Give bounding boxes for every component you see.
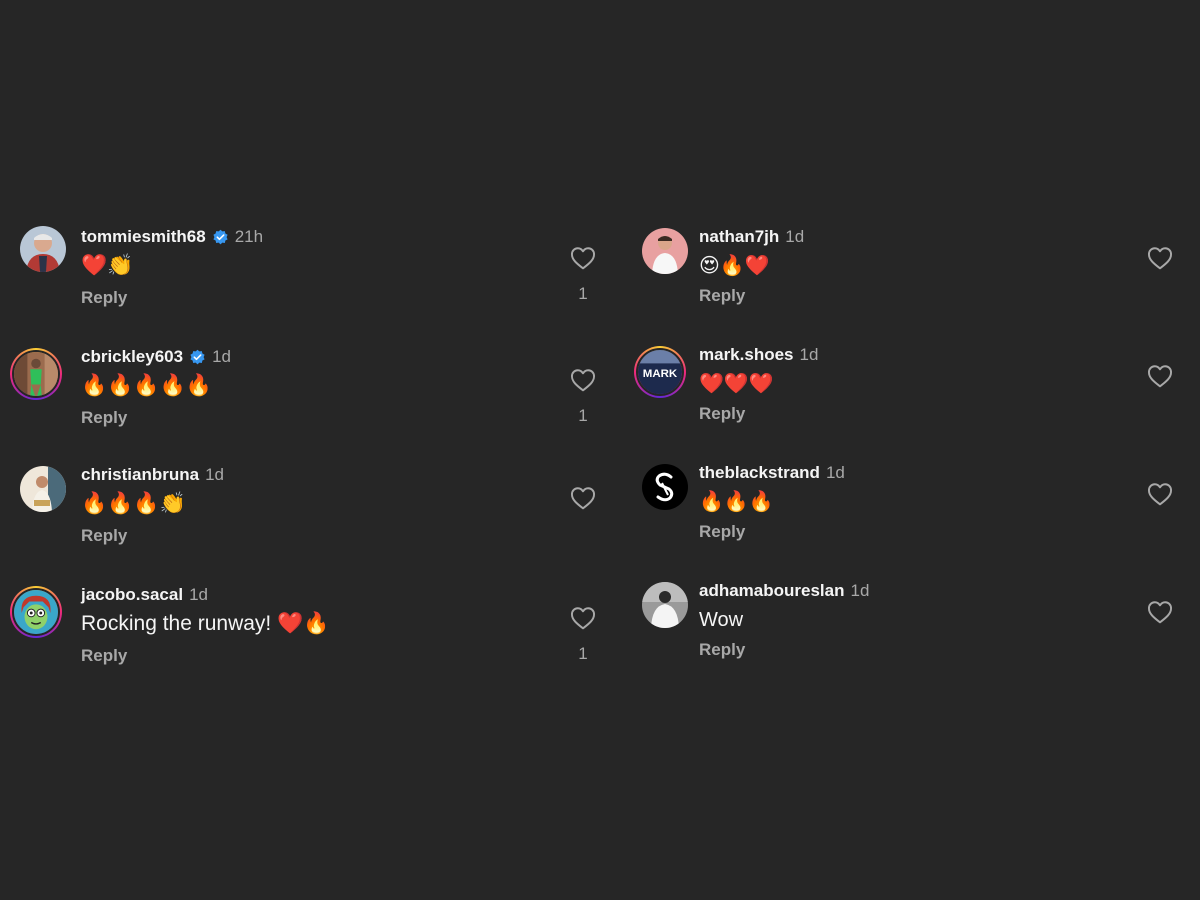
comment-header: tommiesmith68 21h <box>81 226 263 248</box>
username[interactable]: adhamaboureslan <box>699 580 845 602</box>
timestamp: 1d <box>799 345 819 364</box>
comment-header: nathan7jh 1d <box>699 226 804 248</box>
avatar-photo-man <box>20 226 66 272</box>
avatar-image <box>12 588 60 636</box>
like-group <box>1147 600 1173 624</box>
comment-header: theblackstrand 1d <box>699 462 845 484</box>
reply-button[interactable]: Reply <box>81 408 231 428</box>
comments-page: tommiesmith68 21h ❤️👏 Reply 1 cbrickley6… <box>0 0 1200 900</box>
timestamp: 1d <box>205 465 225 484</box>
comment-text: ❤️👏 <box>81 254 134 277</box>
timestamp: 1d <box>850 581 870 600</box>
comment-header: jacobo.sacal 1d <box>81 584 329 606</box>
timestamp: 21h <box>234 227 264 246</box>
like-group: 1 <box>570 368 596 426</box>
like-count: 1 <box>578 284 588 303</box>
timestamp: 1d <box>785 227 805 246</box>
comment-text: Rocking the runway! ❤️🔥 <box>81 612 330 635</box>
comment-text: 🔥🔥🔥 <box>699 491 774 513</box>
like-group <box>570 486 596 510</box>
heart-icon[interactable] <box>570 368 596 392</box>
comment-body: adhamaboureslan 1d Wow Reply <box>699 580 869 660</box>
reply-button[interactable]: Reply <box>81 526 224 546</box>
reply-button[interactable]: Reply <box>81 288 263 308</box>
comment-item: christianbruna 1d 🔥🔥🔥👏 Reply <box>0 464 600 574</box>
avatar-photo-back <box>642 582 688 628</box>
comment-item: adhamaboureslan 1d Wow Reply <box>620 580 1200 690</box>
reply-button[interactable]: Reply <box>699 286 804 306</box>
avatar-photo-man-white-shirt <box>642 228 688 274</box>
timestamp: 1d <box>189 585 208 604</box>
comment-body: jacobo.sacal 1d Rocking the runway! ❤️🔥 … <box>81 584 329 666</box>
comment-body: cbrickley603 1d 🔥🔥🔥🔥🔥 Reply <box>81 346 231 428</box>
comment-text: Wow <box>699 609 744 631</box>
username[interactable]: tommiesmith68 <box>81 226 206 248</box>
comment-item: nathan7jh 1d 😍🔥❤️ Reply <box>620 226 1200 336</box>
username[interactable]: theblackstrand <box>699 462 820 484</box>
comment-text: ❤️❤️❤️ <box>699 373 774 395</box>
comment-item: theblackstrand 1d 🔥🔥🔥 Reply <box>620 462 1200 572</box>
comment-item: jacobo.sacal 1d Rocking the runway! ❤️🔥 … <box>0 584 600 694</box>
reply-button[interactable]: Reply <box>699 404 818 424</box>
username[interactable]: cbrickley603 <box>81 346 183 368</box>
timestamp: 1d <box>212 347 232 366</box>
comment-body: mark.shoes 1d ❤️❤️❤️ Reply <box>699 344 818 424</box>
username[interactable]: nathan7jh <box>699 226 779 248</box>
comment-text: 🔥🔥🔥👏 <box>81 492 186 515</box>
comment-item: tommiesmith68 21h ❤️👏 Reply 1 <box>0 226 600 336</box>
username[interactable]: jacobo.sacal <box>81 584 183 606</box>
heart-icon[interactable] <box>570 486 596 510</box>
like-count: 1 <box>578 406 588 425</box>
comment-header: cbrickley603 1d <box>81 346 231 368</box>
comment-header: christianbruna 1d <box>81 464 224 486</box>
heart-icon[interactable] <box>570 606 596 630</box>
avatar[interactable]: MARK <box>634 346 686 398</box>
heart-icon[interactable] <box>1147 600 1173 624</box>
like-group <box>1147 364 1173 388</box>
reply-button[interactable]: Reply <box>699 522 845 542</box>
like-group <box>1147 246 1173 270</box>
like-group: 1 <box>570 606 596 664</box>
timestamp: 1d <box>825 463 845 482</box>
username[interactable]: christianbruna <box>81 464 199 486</box>
avatar[interactable] <box>20 226 66 272</box>
like-count: 1 <box>578 644 588 663</box>
comment-item: MARK mark.shoes 1d ❤️❤️❤️ Reply <box>620 344 1200 454</box>
avatar[interactable] <box>642 582 688 628</box>
avatar-cartoon <box>14 590 58 634</box>
avatar[interactable] <box>10 586 62 638</box>
comment-header: mark.shoes 1d <box>699 344 818 366</box>
avatar-logo-mark: MARK <box>638 350 682 394</box>
comment-header: adhamaboureslan 1d <box>699 580 869 602</box>
avatar-logo-s <box>642 464 688 510</box>
reply-button[interactable]: Reply <box>699 640 869 660</box>
username[interactable]: mark.shoes <box>699 344 794 366</box>
heart-icon[interactable] <box>1147 246 1173 270</box>
avatar-photo-green-outfit <box>14 352 58 396</box>
avatar[interactable] <box>10 348 62 400</box>
verified-badge-icon <box>190 349 205 364</box>
comment-text: 😍🔥❤️ <box>699 255 770 277</box>
avatar-photo-man-sitting <box>20 466 66 512</box>
verified-badge-icon <box>213 229 228 244</box>
avatar[interactable] <box>20 466 66 512</box>
comment-body: tommiesmith68 21h ❤️👏 Reply <box>81 226 263 308</box>
avatar[interactable] <box>642 464 688 510</box>
avatar-image: MARK <box>636 348 684 396</box>
heart-icon[interactable] <box>1147 482 1173 506</box>
like-group <box>1147 482 1173 506</box>
avatar-image <box>12 350 60 398</box>
heart-icon[interactable] <box>1147 364 1173 388</box>
comment-body: theblackstrand 1d 🔥🔥🔥 Reply <box>699 462 845 542</box>
comment-item: cbrickley603 1d 🔥🔥🔥🔥🔥 Reply 1 <box>0 346 600 456</box>
svg-text:MARK: MARK <box>643 368 678 380</box>
comment-text: 🔥🔥🔥🔥🔥 <box>81 374 212 397</box>
like-group: 1 <box>570 246 596 304</box>
reply-button[interactable]: Reply <box>81 646 329 666</box>
comment-body: christianbruna 1d 🔥🔥🔥👏 Reply <box>81 464 224 546</box>
heart-icon[interactable] <box>570 246 596 270</box>
comment-body: nathan7jh 1d 😍🔥❤️ Reply <box>699 226 804 306</box>
avatar[interactable] <box>642 228 688 274</box>
